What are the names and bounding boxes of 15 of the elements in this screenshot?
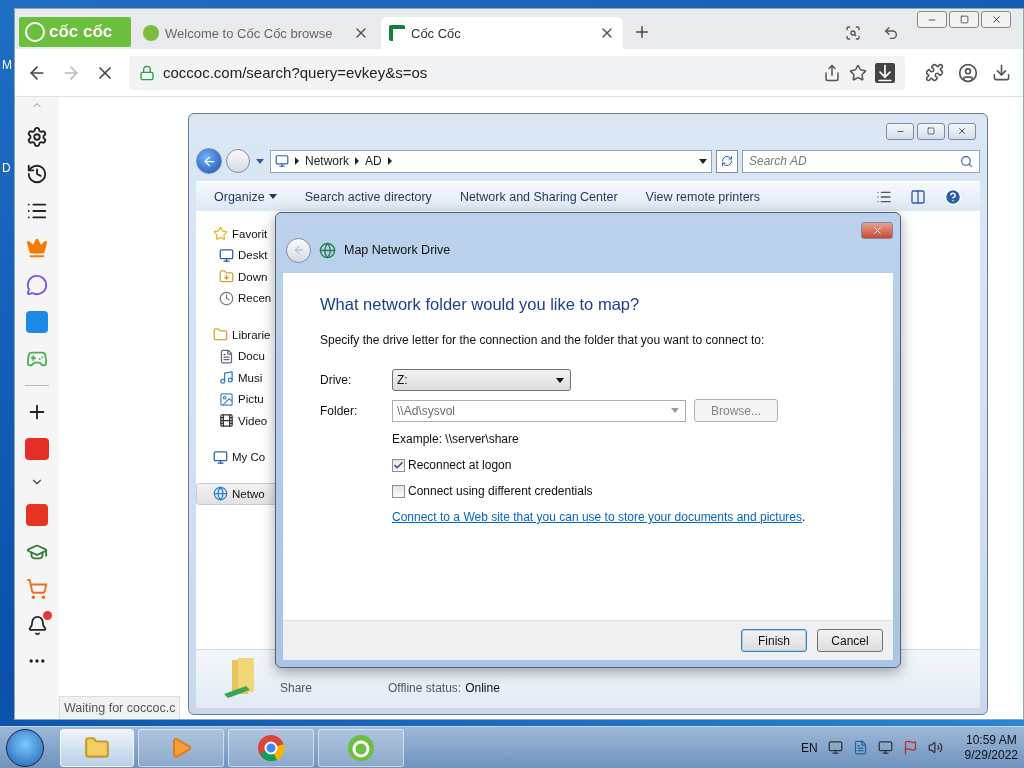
dialog-heading: What network folder would you like to map? <box>320 295 641 314</box>
drive-label: Drive: <box>320 373 353 387</box>
status-bubble: Waiting for coccoc.c <box>59 696 181 719</box>
detail-value: Online <box>465 681 500 695</box>
dialog-title: Map Network Drive <box>344 243 451 257</box>
example-text: Example: \\server\share <box>392 432 520 446</box>
detail-label: Offline status: <box>388 681 462 695</box>
share-type: Share <box>280 681 314 695</box>
desktop-icon-label: D <box>2 161 11 175</box>
instruction-text: Specify the drive letter for the connection and the folder that you want to connect to: <box>320 333 766 347</box>
folder-label: Folder: <box>320 403 359 418</box>
checkbox-label: Connect using different credentials <box>408 484 593 498</box>
desktop-icon-label: M <box>2 58 12 72</box>
web-site-sentence: Connect to a Web site that you can use to store your documents and pictures. <box>392 510 807 524</box>
checkbox-label: Reconnect at logon <box>408 458 512 472</box>
